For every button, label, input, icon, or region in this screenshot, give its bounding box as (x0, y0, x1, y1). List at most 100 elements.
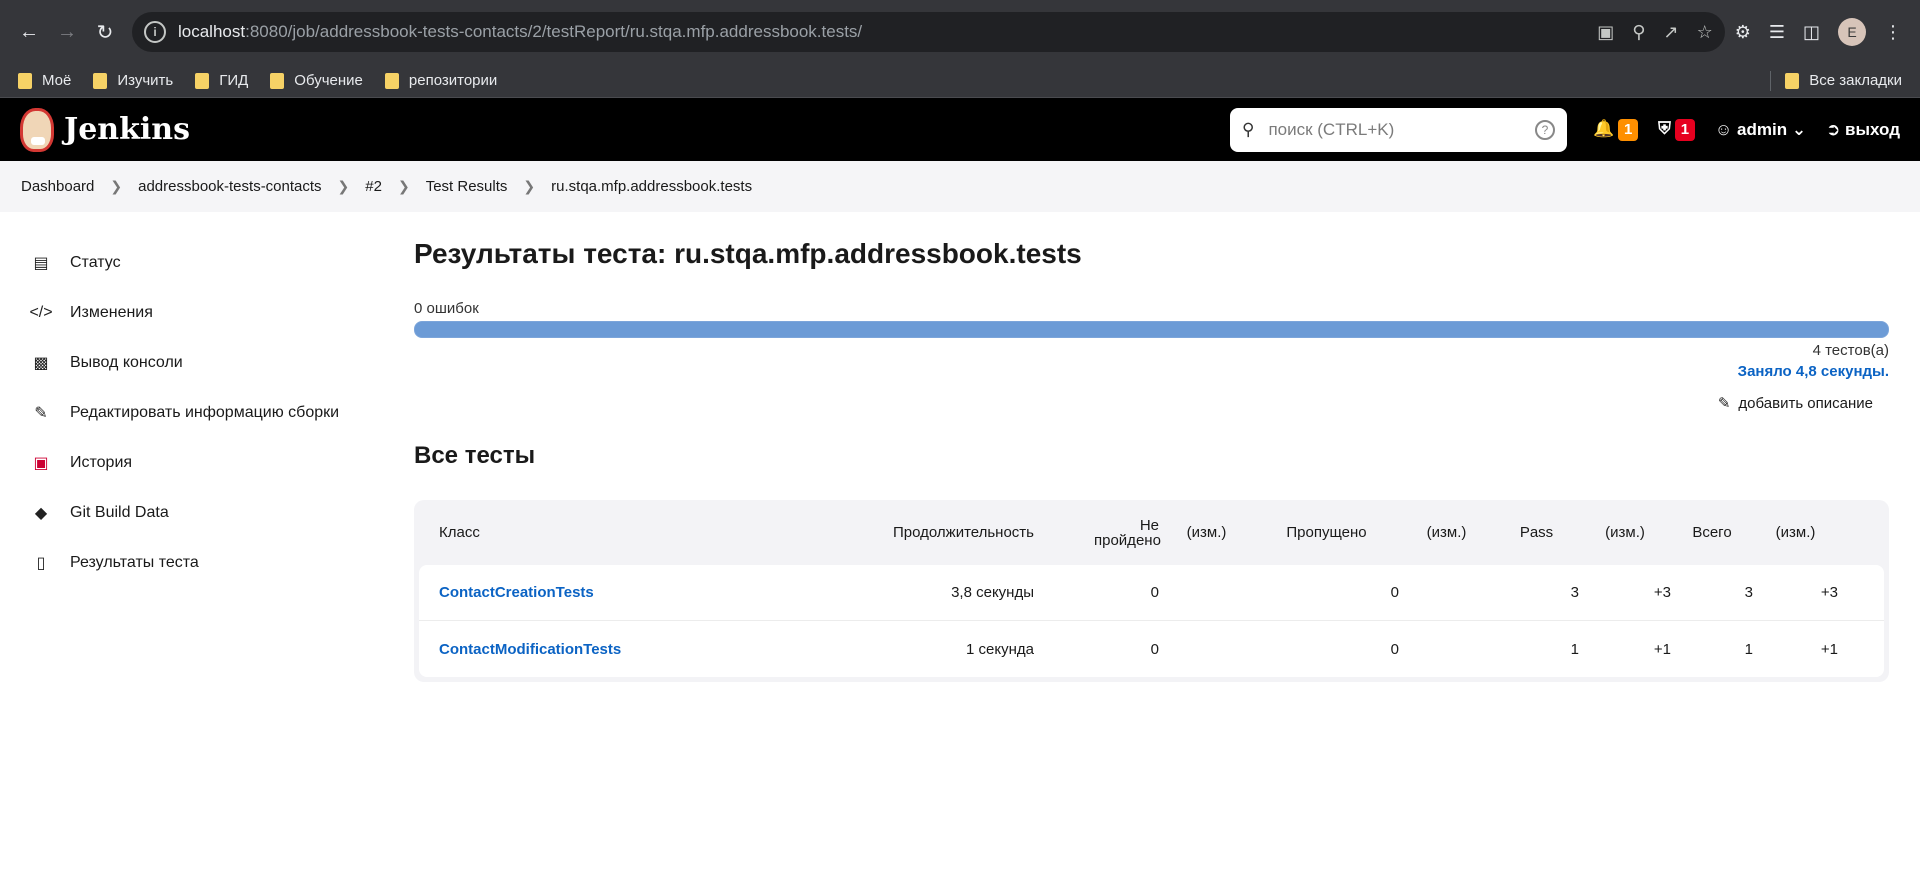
edit-icon: ✎ (34, 405, 48, 422)
star-icon[interactable]: ☆ (1697, 22, 1713, 43)
bookmark-label: репозитории (408, 72, 498, 89)
address-bar[interactable]: i localhost:8080/job/addressbook-tests-c… (132, 12, 1725, 52)
side-panel-icon[interactable]: ◫ (1803, 22, 1820, 43)
bookmark-folder[interactable]: Изучить (93, 72, 173, 89)
all-bookmarks[interactable]: Все закладки (1785, 72, 1902, 89)
share-icon[interactable]: ↗ (1663, 22, 1678, 43)
sidebar-item-edit-build[interactable]: ✎ Редактировать информацию сборки (30, 388, 414, 438)
folder-icon (384, 72, 399, 89)
column-header[interactable]: (изм.) (1399, 524, 1494, 541)
folder-icon (18, 72, 32, 89)
cell-duration: 3,8 секунды (951, 584, 1034, 601)
add-description-button[interactable]: ✎ добавить описание (414, 394, 1873, 412)
column-header[interactable]: Pass (1494, 524, 1579, 541)
logout-button[interactable]: ➲ выход (1826, 120, 1900, 140)
folder-icon (195, 72, 210, 89)
cell-total: 1 (1744, 640, 1753, 658)
column-header[interactable]: (изм.) (1579, 524, 1671, 541)
brand-name: Jenkins (64, 112, 190, 147)
folder-icon (1785, 72, 1800, 89)
search-box[interactable]: ⚲ поиск (CTRL+K) ? (1230, 107, 1567, 152)
bookmark-folder[interactable]: репозитории (384, 72, 498, 89)
user-name: admin (1737, 119, 1788, 139)
folder-icon (270, 72, 285, 89)
sidebar-item-label: Редактировать информацию сборки (70, 404, 340, 421)
folder-icon (93, 72, 108, 89)
browser-toolbar: ← → ↻ i localhost:8080/job/addressbook-t… (0, 0, 1920, 64)
pencil-icon: ✎ (1717, 395, 1731, 412)
column-header[interactable]: (изм.) (1753, 524, 1848, 541)
test-class-link[interactable]: ContactModificationTests (439, 641, 621, 658)
forward-icon[interactable]: → (48, 13, 86, 51)
notifications-button[interactable]: 🔔 1 (1593, 118, 1639, 141)
translate-icon[interactable]: ▣ (1597, 22, 1614, 43)
bookmark-folder[interactable]: ГИД (195, 72, 248, 89)
security-badge: 1 (1674, 118, 1695, 141)
security-button[interactable]: ⛨ 1 (1658, 118, 1695, 141)
cell-pass-diff: +3 (1653, 584, 1671, 601)
back-icon[interactable]: ← (10, 13, 48, 51)
zoom-icon[interactable]: ⚲ (1632, 22, 1645, 43)
column-header[interactable]: Продолжительность (834, 524, 1034, 541)
cell-pass: 1 (1570, 640, 1579, 658)
column-header[interactable]: Пропущено (1254, 524, 1399, 541)
code-icon: </> (29, 304, 53, 321)
sidebar-item-status[interactable]: ▤ Статус (30, 238, 414, 288)
profile-avatar[interactable]: E (1838, 18, 1866, 46)
duration-link[interactable]: Заняло 4,8 секунды. (414, 363, 1889, 380)
table-body: ContactCreationTests 3,8 секунды 0 0 3 +… (419, 565, 1884, 677)
sidebar-item-history[interactable]: ▣ История (30, 438, 414, 488)
jenkins-logo[interactable]: Jenkins (20, 107, 190, 152)
shield-icon: ⛨ (1658, 118, 1671, 138)
sidebar-item-label: Git Build Data (70, 504, 169, 521)
sidebar-item-changes[interactable]: </> Изменения (29, 288, 414, 338)
chevron-right-icon: ❯ (523, 178, 536, 194)
logout-icon: ➲ (1826, 119, 1841, 139)
page-title: Результаты теста: ru.stqa.mfp.addressboo… (414, 238, 1082, 269)
cell-skipped: 0 (1390, 640, 1399, 658)
cell-total: 3 (1744, 584, 1753, 601)
history-icon: ▣ (33, 455, 49, 472)
jenkins-header: Jenkins ⚲ поиск (CTRL+K) ? 🔔 1 ⛨ 1 ☺ admin… (0, 98, 1920, 161)
column-header[interactable]: Класс (419, 524, 834, 541)
sidebar-item-label: Изменения (70, 304, 153, 321)
sidebar-item-git[interactable]: ◆ Git Build Data (30, 488, 414, 538)
help-icon[interactable]: ? (1535, 119, 1555, 140)
bookmark-label: Все закладки (1809, 72, 1902, 89)
breadcrumb-item[interactable]: Test Results (426, 178, 508, 195)
cell-pass-diff: +1 (1653, 640, 1671, 658)
site-info-icon[interactable]: i (144, 21, 166, 43)
column-header[interactable]: Не пройдено (1034, 518, 1161, 548)
extensions-icon[interactable]: ⚙ (1735, 22, 1751, 43)
table-header: Класс Продолжительность Не пройдено (изм… (419, 500, 1884, 565)
breadcrumb-item[interactable]: Dashboard (21, 178, 94, 195)
sidebar-item-label: Вывод консоли (70, 354, 183, 371)
cell-failed: 0 (1150, 640, 1159, 658)
sidebar-item-console[interactable]: ▩ Вывод консоли (30, 338, 414, 388)
breadcrumb-item[interactable]: ru.stqa.mfp.addressbook.tests (551, 178, 752, 195)
column-header[interactable]: (изм.) (1159, 524, 1254, 541)
bell-icon: 🔔 (1593, 118, 1615, 138)
bookmark-folder[interactable]: Моё (18, 72, 71, 89)
breadcrumb-item[interactable]: #2 (365, 178, 382, 195)
chevron-right-icon: ❯ (337, 178, 350, 194)
bookmark-folder[interactable]: Обучение (270, 72, 363, 89)
reading-list-icon[interactable]: ☰ (1769, 22, 1785, 43)
reload-icon[interactable]: ↻ (86, 13, 124, 51)
add-description-label: добавить описание (1738, 395, 1873, 412)
column-header[interactable]: Всего (1671, 524, 1753, 541)
url-host: localhost (178, 22, 246, 41)
logout-label: выход (1845, 119, 1900, 139)
user-menu[interactable]: ☺ admin ⌄ (1715, 120, 1806, 140)
search-input[interactable]: поиск (CTRL+K) (1268, 120, 1394, 140)
sidebar-item-label: Статус (70, 254, 121, 271)
breadcrumb-item[interactable]: addressbook-tests-contacts (138, 178, 321, 195)
menu-icon[interactable]: ⋮ (1884, 22, 1902, 43)
jenkins-butler-icon (20, 107, 54, 152)
cell-total-diff: +1 (1820, 640, 1838, 658)
test-class-link[interactable]: ContactCreationTests (439, 584, 594, 601)
sidebar-item-test-results[interactable]: ▯ Результаты теста (30, 538, 414, 588)
bookmark-label: ГИД (219, 72, 249, 89)
test-progress-bar (414, 321, 1889, 338)
failure-count: 0 ошибок (414, 300, 479, 317)
